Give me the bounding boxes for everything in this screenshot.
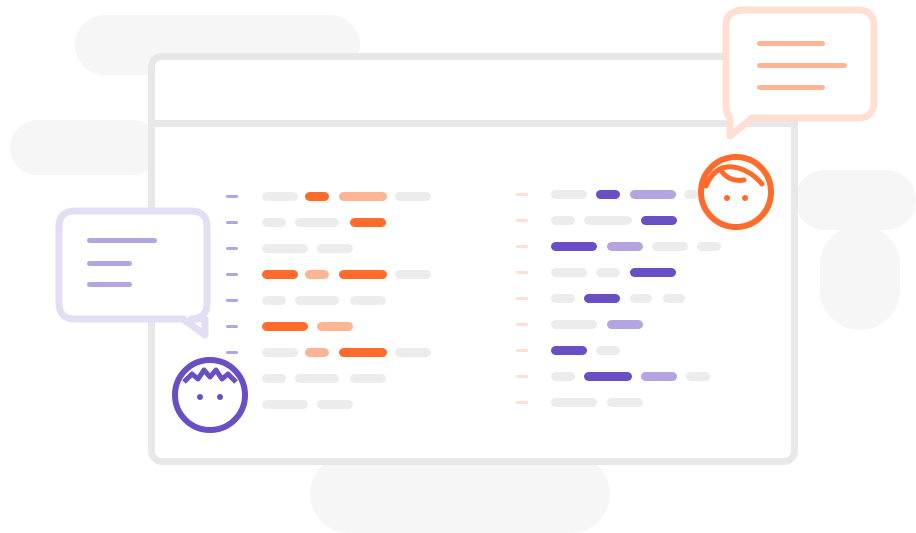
chat-bubble-icon <box>55 207 211 339</box>
message-placeholder <box>663 294 685 303</box>
message-placeholder <box>630 268 676 277</box>
line-marker <box>516 271 528 274</box>
message-placeholder <box>607 398 643 407</box>
person-icon <box>698 154 774 230</box>
message-placeholder <box>607 242 643 251</box>
message-placeholder <box>551 190 587 199</box>
message-placeholder <box>584 372 632 381</box>
message-placeholder <box>596 346 620 355</box>
left-chat-bubble <box>55 207 215 342</box>
message-placeholder <box>551 216 575 225</box>
message-placeholder <box>596 190 620 199</box>
right-avatar <box>696 152 776 232</box>
bubble-text-line <box>757 85 825 90</box>
line-marker <box>516 401 528 404</box>
bubble-text-line <box>87 261 132 266</box>
line-marker <box>516 323 528 326</box>
message-placeholder <box>641 216 677 225</box>
message-placeholder <box>584 216 632 225</box>
bubble-text-line <box>87 282 132 287</box>
message-placeholder <box>686 372 710 381</box>
right-chat-bubble <box>722 6 882 141</box>
message-placeholder <box>652 242 688 251</box>
message-placeholder <box>551 398 597 407</box>
line-marker <box>516 245 528 248</box>
message-placeholder <box>596 268 620 277</box>
message-placeholder <box>551 372 575 381</box>
message-placeholder <box>551 268 587 277</box>
line-marker <box>516 349 528 352</box>
message-placeholder <box>630 190 676 199</box>
message-placeholder <box>607 320 643 329</box>
message-placeholder <box>641 372 677 381</box>
message-placeholder <box>551 242 597 251</box>
message-placeholder <box>551 294 575 303</box>
message-placeholder <box>584 294 620 303</box>
message-placeholder <box>697 242 721 251</box>
message-placeholder <box>630 294 652 303</box>
bubble-text-line <box>757 41 825 46</box>
left-avatar <box>170 355 250 435</box>
message-placeholder <box>551 346 587 355</box>
line-marker <box>516 219 528 222</box>
line-marker <box>516 193 528 196</box>
bubble-text-line <box>87 238 157 243</box>
line-marker <box>516 297 528 300</box>
line-marker <box>516 375 528 378</box>
bubble-text-line <box>757 63 847 68</box>
person-icon <box>172 357 248 433</box>
chat-bubble-icon <box>722 6 878 140</box>
message-placeholder <box>551 320 597 329</box>
